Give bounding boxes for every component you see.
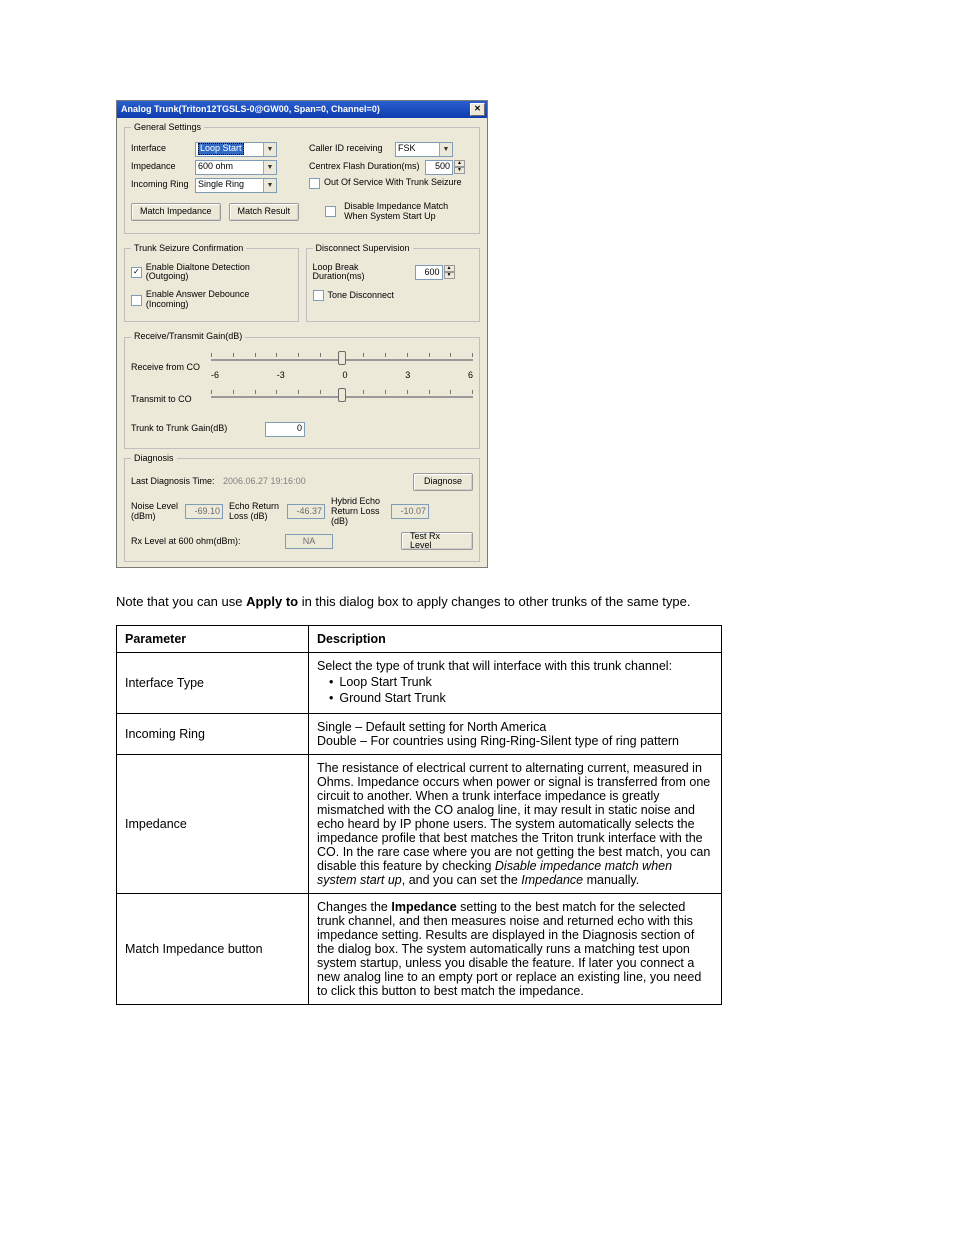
desc-cell: Single – Default setting for North Ameri…	[309, 714, 722, 755]
disable-match-label: Disable Impedance Match When System Star…	[344, 202, 464, 222]
chevron-down-icon[interactable]: ▼	[263, 143, 276, 156]
last-diag-label: Last Diagnosis Time:	[131, 477, 219, 487]
table-header-row: Parameter Description	[117, 626, 722, 653]
rx-level-label: Rx Level at 600 ohm(dBm):	[131, 537, 281, 547]
spin-down-icon[interactable]: ▼	[444, 272, 455, 279]
erl-label: Echo Return Loss (dB)	[229, 502, 281, 522]
diagnosis-legend: Diagnosis	[131, 454, 177, 464]
debounce-checkbox[interactable]	[131, 295, 142, 306]
interface-label: Interface	[131, 144, 191, 154]
chevron-down-icon[interactable]: ▼	[439, 143, 452, 156]
receive-label: Receive from CO	[131, 363, 207, 373]
analog-trunk-dialog: Analog Trunk(Triton12TGSLS-0@GW00, Span=…	[116, 100, 488, 568]
general-settings-group: General Settings Interface Loop Start ▼ …	[124, 123, 480, 234]
ttg-input[interactable]: 0	[265, 422, 305, 437]
table-row: Impedance The resistance of electrical c…	[117, 755, 722, 894]
spin-down-icon[interactable]: ▼	[454, 167, 465, 174]
slider-thumb[interactable]	[338, 351, 346, 365]
desc-cell: The resistance of electrical current to …	[309, 755, 722, 894]
oos-label: Out Of Service With Trunk Seizure	[324, 178, 462, 188]
param-cell: Incoming Ring	[117, 714, 309, 755]
erl-value: -46.37	[287, 504, 325, 519]
noise-value: -69.10	[185, 504, 223, 519]
debounce-label: Enable Answer Debounce (Incoming)	[146, 290, 292, 310]
disconnect-legend: Disconnect Supervision	[313, 244, 413, 254]
dialog-title: Analog Trunk(Triton12TGSLS-0@GW00, Span=…	[121, 105, 470, 115]
test-rx-button[interactable]: Test Rx Level	[401, 532, 473, 550]
oos-checkbox[interactable]	[309, 178, 320, 189]
noise-label: Noise Level (dBm)	[131, 502, 179, 522]
tone-disconnect-label: Tone Disconnect	[328, 291, 395, 301]
centrex-spinner[interactable]: 500 ▲▼	[425, 160, 465, 175]
incoming-ring-label: Incoming Ring	[131, 180, 191, 190]
loopbreak-label: Loop Break Duration(ms)	[313, 263, 411, 283]
trunk-seizure-group: Trunk Seizure Confirmation ✓ Enable Dial…	[124, 244, 299, 322]
gain-legend: Receive/Transmit Gain(dB)	[131, 332, 245, 342]
match-impedance-button[interactable]: Match Impedance	[131, 203, 221, 221]
callerid-combo[interactable]: FSK ▼	[395, 142, 453, 157]
desc-cell: Changes the Impedance setting to the bes…	[309, 894, 722, 1005]
transmit-label: Transmit to CO	[131, 395, 207, 405]
incoming-ring-combo[interactable]: Single Ring ▼	[195, 178, 277, 193]
close-icon[interactable]: ✕	[470, 103, 485, 116]
impedance-label: Impedance	[131, 162, 191, 172]
chevron-down-icon[interactable]: ▼	[263, 179, 276, 192]
interface-combo[interactable]: Loop Start ▼	[195, 142, 277, 157]
param-cell: Match Impedance button	[117, 894, 309, 1005]
disable-match-checkbox[interactable]	[325, 206, 336, 217]
dialtone-checkbox[interactable]: ✓	[131, 267, 142, 278]
dialtone-label: Enable Dialtone Detection (Outgoing)	[146, 263, 292, 283]
parameters-table: Parameter Description Interface Type Sel…	[116, 625, 722, 1005]
general-legend: General Settings	[131, 123, 204, 133]
tone-disconnect-checkbox[interactable]	[313, 290, 324, 301]
disconnect-supervision-group: Disconnect Supervision Loop Break Durati…	[306, 244, 481, 322]
table-row: Interface Type Select the type of trunk …	[117, 653, 722, 714]
ttg-label: Trunk to Trunk Gain(dB)	[131, 424, 261, 434]
loopbreak-spinner[interactable]: 600 ▲▼	[415, 265, 455, 280]
last-diag-value: 2006.06.27 19:16:00	[223, 477, 409, 487]
callerid-label: Caller ID receiving	[309, 144, 391, 154]
centrex-label: Centrex Flash Duration(ms)	[309, 162, 421, 172]
transmit-slider[interactable]	[211, 390, 473, 412]
seizure-legend: Trunk Seizure Confirmation	[131, 244, 246, 254]
impedance-combo[interactable]: 600 ohm ▼	[195, 160, 277, 175]
param-cell: Impedance	[117, 755, 309, 894]
slider-thumb[interactable]	[338, 388, 346, 402]
desc-cell: Select the type of trunk that will inter…	[309, 653, 722, 714]
param-cell: Interface Type	[117, 653, 309, 714]
table-row: Incoming Ring Single – Default setting f…	[117, 714, 722, 755]
match-result-button[interactable]: Match Result	[229, 203, 300, 221]
herl-label: Hybrid Echo Return Loss (dB)	[331, 497, 385, 527]
table-row: Match Impedance button Changes the Imped…	[117, 894, 722, 1005]
apply-to-bold: Apply to	[246, 594, 298, 609]
herl-value: -10.07	[391, 504, 429, 519]
diagnosis-group: Diagnosis Last Diagnosis Time: 2006.06.2…	[124, 454, 480, 563]
rx-level-value: NA	[285, 534, 333, 549]
header-description: Description	[309, 626, 722, 653]
receive-slider[interactable]	[211, 353, 473, 375]
chevron-down-icon[interactable]: ▼	[263, 161, 276, 174]
gain-group: Receive/Transmit Gain(dB) Receive from C…	[124, 332, 480, 449]
dialog-titlebar[interactable]: Analog Trunk(Triton12TGSLS-0@GW00, Span=…	[117, 101, 487, 118]
header-parameter: Parameter	[117, 626, 309, 653]
diagnose-button[interactable]: Diagnose	[413, 473, 473, 491]
note-paragraph: Note that you can use Apply to in this d…	[116, 594, 844, 609]
